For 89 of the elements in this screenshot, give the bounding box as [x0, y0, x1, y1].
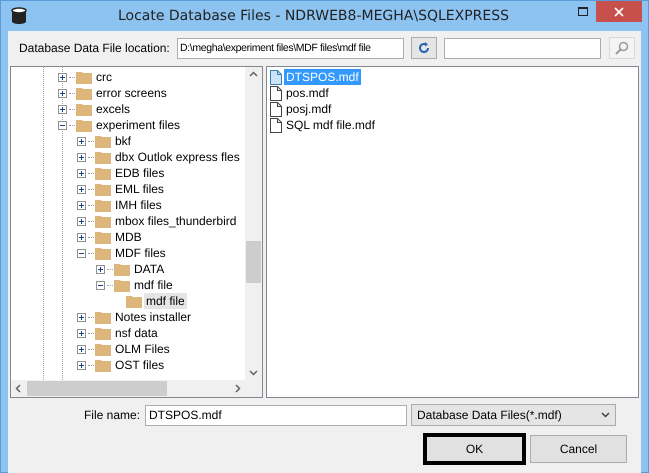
- folder-item[interactable]: MDF files: [113, 245, 168, 261]
- file-name-field[interactable]: DTSPOS.mdf: [145, 404, 407, 426]
- expand-icon[interactable]: [58, 88, 67, 98]
- folder-icon: [76, 70, 92, 84]
- folder-item[interactable]: Notes installer: [113, 309, 194, 325]
- folder-item[interactable]: MDB: [113, 229, 144, 245]
- expand-icon[interactable]: [77, 344, 86, 354]
- expand-icon[interactable]: [77, 328, 86, 338]
- file-item[interactable]: pos.mdf: [284, 85, 331, 101]
- window-title: Locate Database Files - NDRWEB8-MEGHA\SQLEXPRESS: [116, 8, 510, 24]
- close-icon: [614, 6, 624, 16]
- expand-icon[interactable]: [77, 312, 86, 322]
- folder-item[interactable]: EML files: [113, 181, 166, 197]
- expand-icon[interactable]: [77, 184, 86, 194]
- folder-icon: [95, 342, 111, 356]
- horizontal-scrollbar[interactable]: [11, 380, 245, 397]
- folder-icon: [95, 134, 111, 148]
- folder-item[interactable]: crc: [94, 69, 114, 85]
- expand-icon[interactable]: [58, 104, 67, 114]
- file-name-label: File name:: [82, 408, 141, 422]
- search-icon: [615, 41, 629, 55]
- folder-icon: [95, 150, 111, 164]
- folder-icon: [95, 358, 111, 372]
- folder-item[interactable]: EDB files: [113, 165, 166, 181]
- expand-icon[interactable]: [58, 72, 67, 82]
- folder-item[interactable]: mdf file: [132, 277, 175, 293]
- close-button[interactable]: [596, 1, 642, 22]
- folder-icon: [114, 278, 130, 292]
- folder-icon: [95, 198, 111, 212]
- scroll-up-icon[interactable]: [249, 71, 258, 77]
- folder-item[interactable]: nsf data: [113, 325, 160, 341]
- refresh-button[interactable]: [411, 37, 437, 59]
- expand-icon[interactable]: [77, 168, 86, 178]
- search-field[interactable]: [444, 38, 601, 58]
- file-icon: [270, 70, 282, 84]
- folder-icon: [95, 182, 111, 196]
- file-type-dropdown[interactable]: Database Data Files(*.mdf): [411, 404, 616, 426]
- folder-item[interactable]: OLM Files: [113, 341, 172, 357]
- folder-item[interactable]: mbox files_thunderbird: [113, 213, 238, 229]
- folder-item[interactable]: bkf: [113, 133, 134, 149]
- folder-icon: [95, 230, 111, 244]
- folder-item[interactable]: mdf file: [144, 293, 187, 309]
- cancel-button[interactable]: Cancel: [530, 435, 627, 463]
- location-label: Database Data File location:: [19, 41, 171, 55]
- collapse-icon[interactable]: [96, 280, 105, 290]
- expand-icon[interactable]: [77, 232, 86, 242]
- scroll-left-icon[interactable]: [15, 384, 21, 393]
- vertical-scrollbar[interactable]: [245, 67, 262, 380]
- folder-icon: [114, 262, 130, 276]
- caret-icon: [601, 412, 610, 418]
- folder-icon: [95, 310, 111, 324]
- file-item[interactable]: posj.mdf: [284, 101, 334, 117]
- folder-icon: [76, 102, 92, 116]
- expand-icon[interactable]: [77, 360, 86, 370]
- folder-item[interactable]: IMH files: [113, 197, 164, 213]
- database-icon: [11, 7, 27, 25]
- folder-item[interactable]: DATA: [132, 261, 166, 277]
- scrollbar-thumb[interactable]: [27, 381, 167, 396]
- location-field[interactable]: D:\megha\experiment files\MDF files\mdf file: [177, 38, 404, 58]
- expand-icon[interactable]: [96, 264, 105, 274]
- expand-icon[interactable]: [77, 200, 86, 210]
- expand-icon[interactable]: [77, 136, 86, 146]
- folder-icon: [95, 326, 111, 340]
- folder-icon: [95, 214, 111, 228]
- folder-icon: [126, 294, 142, 308]
- search-button[interactable]: [609, 37, 635, 59]
- file-icon: [270, 102, 282, 116]
- folder-item[interactable]: error screens: [94, 85, 169, 101]
- folder-item[interactable]: OST files: [113, 357, 166, 373]
- folder-icon: [95, 166, 111, 180]
- folder-icon: [76, 118, 92, 132]
- expand-icon[interactable]: [77, 152, 86, 162]
- ok-button[interactable]: OK: [423, 433, 526, 465]
- maximize-icon: [578, 7, 588, 16]
- folder-item[interactable]: dbx Outlok express fles: [113, 149, 242, 165]
- folder-icon: [95, 246, 111, 260]
- scroll-right-icon[interactable]: [235, 384, 241, 393]
- scrollbar-thumb[interactable]: [246, 241, 261, 283]
- scroll-down-icon[interactable]: [249, 370, 258, 376]
- expand-icon[interactable]: [77, 216, 86, 226]
- folder-item[interactable]: excels: [94, 101, 132, 117]
- collapse-icon[interactable]: [58, 120, 67, 130]
- folder-icon: [76, 86, 92, 100]
- file-icon: [270, 118, 282, 132]
- collapse-icon[interactable]: [77, 248, 86, 258]
- file-item[interactable]: SQL mdf file.mdf: [284, 117, 377, 133]
- refresh-icon: [417, 41, 431, 55]
- folder-item[interactable]: experiment files: [94, 117, 182, 133]
- file-icon: [270, 86, 282, 100]
